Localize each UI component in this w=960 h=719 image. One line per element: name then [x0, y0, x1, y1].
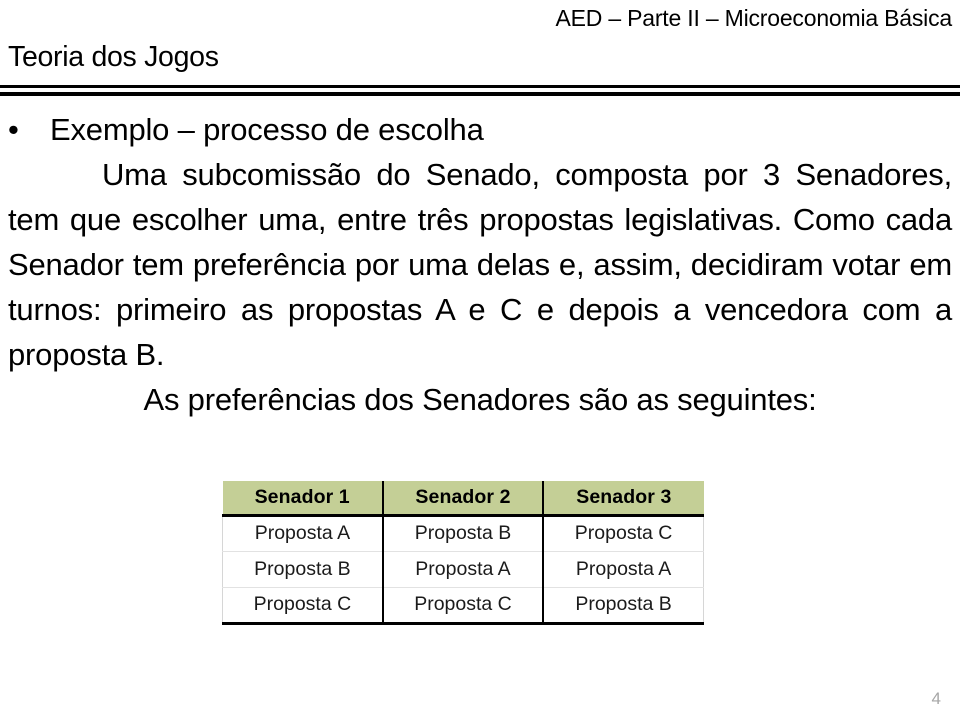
- bullet-dot-icon: •: [8, 112, 19, 147]
- course-header: AED – Parte II – Microeconomia Básica: [555, 5, 952, 31]
- preferences-table: Senador 1 Senador 2 Senador 3 Proposta A…: [221, 481, 705, 625]
- table-cell: Proposta A: [381, 551, 544, 588]
- table-header-cell-senador-3: Senador 3: [542, 481, 704, 517]
- bullet-item: • Exemplo – processo de escolha: [0, 108, 960, 152]
- slide: AED – Parte II – Microeconomia Básica Te…: [0, 0, 960, 719]
- table-cell: Proposta C: [221, 587, 383, 625]
- preferences-table-container: Senador 1 Senador 2 Senador 3 Proposta A…: [221, 481, 705, 625]
- page-title: Teoria dos Jogos: [8, 41, 219, 73]
- bullet-item-label: Exemplo – processo de escolha: [50, 112, 484, 147]
- table-cell: Proposta A: [221, 515, 383, 552]
- divider-rule-bottom: [0, 92, 960, 96]
- header-divider: [0, 85, 960, 96]
- table-cell: Proposta B: [542, 587, 705, 625]
- table-cell: Proposta C: [542, 515, 705, 552]
- page-number: 4: [931, 689, 941, 708]
- table-row: Proposta C Proposta C Proposta B: [221, 587, 705, 625]
- table-header-cell-senador-2: Senador 2: [381, 481, 544, 517]
- table-row: Proposta B Proposta A Proposta A: [221, 551, 705, 588]
- table-header: Senador 1 Senador 2 Senador 3: [222, 481, 704, 517]
- table-cell: Proposta C: [381, 587, 544, 625]
- table-cell: Proposta B: [221, 551, 383, 588]
- table-cell: Proposta B: [381, 515, 544, 552]
- table-header-row: Senador 1 Senador 2 Senador 3: [222, 481, 704, 517]
- body-paragraph: Uma subcomissão do Senado, composta por …: [8, 157, 952, 372]
- slide-body: • Exemplo – processo de escolha Uma subc…: [0, 108, 960, 422]
- table-cell: Proposta A: [542, 551, 705, 588]
- table-row: Proposta A Proposta B Proposta C: [221, 515, 705, 552]
- table-body: Proposta A Proposta B Proposta C Propost…: [221, 515, 705, 625]
- closing-paragraph: As preferências dos Senadores são as seg…: [143, 382, 817, 417]
- divider-rule-top: [0, 85, 960, 88]
- table-header-cell-senador-1: Senador 1: [222, 481, 383, 517]
